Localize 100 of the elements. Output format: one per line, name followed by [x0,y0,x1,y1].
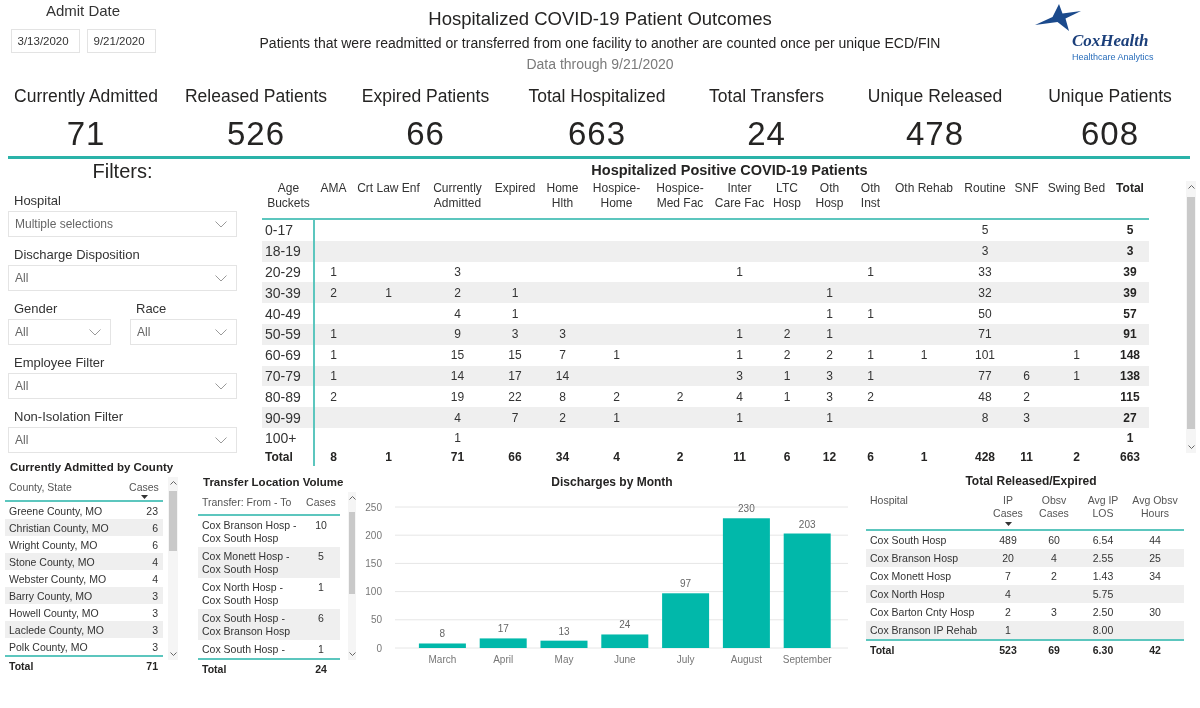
column-header[interactable]: Inter Care Fac [712,180,767,220]
table-cell-text: 50 [977,305,993,323]
table-cell-text: Cox Branson Hosp [869,551,960,566]
table-cell-text: 1 [825,409,834,427]
tick-label: 250 [365,501,382,513]
column-header[interactable]: Cases [125,477,163,502]
column-header[interactable]: Swing Bed [1042,180,1111,220]
sort-descending-icon[interactable] [140,495,148,499]
table-cell-text: 5 [317,549,325,564]
scroll-down-icon[interactable] [169,652,177,656]
dropdown[interactable]: All [8,427,237,453]
chevron-down-icon[interactable] [89,328,101,336]
column-header[interactable]: County, State [5,477,125,502]
total-cell: Total [198,658,302,677]
table-cell-text: 1 [329,326,338,344]
table-cell-text: 1 [866,367,875,385]
scrollbar[interactable] [168,477,178,660]
scroll-up-icon[interactable] [348,496,356,500]
table-cell-text: 4 [735,388,744,406]
scrollbar[interactable] [1186,181,1196,453]
scroll-down-icon[interactable] [1187,445,1195,449]
chevron-down-icon[interactable] [215,274,227,282]
data-label: 97 [680,578,692,590]
dropdown[interactable]: Multiple selections [8,211,237,237]
scrollbar-thumb[interactable] [349,512,355,594]
column-header[interactable]: Oth Hosp [807,180,852,220]
scroll-up-icon[interactable] [169,481,177,485]
column-header[interactable]: Hospice-Med Fac [648,180,712,220]
bar [479,638,527,648]
kpi-value: 24 [747,115,786,153]
table-cell-text: 3 [1125,243,1135,261]
table-title: Transfer Location Volume [202,475,345,489]
table-cell-text: Cox North Hosp - Cox South Hosp [201,580,285,608]
row-label: 100+ [262,427,315,449]
chevron-down-icon[interactable] [215,436,227,444]
column-header[interactable]: Hospital [866,491,988,531]
column-header[interactable]: Crt Law Enf [352,180,425,220]
table-cell-text: 2 [612,388,621,406]
total-cell: Total [262,448,315,466]
table-cell-text: 8 [980,409,990,427]
axis-label: August [730,654,762,665]
bar [540,640,588,648]
column-header[interactable]: Total [1111,180,1149,220]
scroll-up-icon[interactable] [1187,185,1195,189]
table-cell-text: 1 [453,430,462,448]
kpi-label: Released Patients [184,85,327,107]
table-cell-text: 2 [825,347,834,365]
total-cell: Total [866,639,988,659]
column-header[interactable]: Transfer: From - To [198,490,302,516]
scrollbar[interactable] [348,492,356,660]
chevron-down-icon[interactable] [215,220,227,228]
column-header[interactable]: Avg IP LOS [1080,491,1126,531]
column-header[interactable]: Cases [302,490,340,516]
total-cell-text: 12 [821,449,838,466]
table-cell-text: 3 [825,367,834,385]
table-cell-text: 3 [151,605,159,621]
table-cell-text: 115 [1119,388,1141,406]
column-header[interactable]: Routine [959,180,1011,220]
scroll-down-icon[interactable] [348,652,356,656]
scrollbar-thumb[interactable] [1187,197,1195,429]
column-header[interactable]: Age Buckets [262,180,315,220]
chevron-down-icon[interactable] [215,382,227,390]
table-cell-text: 1 [612,409,621,427]
scrollbar-thumb[interactable] [169,491,177,551]
axis-label: March [428,654,457,665]
table-cell-text: 57 [1122,305,1138,323]
kpi-label: Currently Admitted [14,85,158,107]
date-field[interactable]: 3/13/2020 [10,29,80,53]
dropdown[interactable]: All [8,319,111,345]
table-cell-text: Christian County, MO [8,520,110,536]
column-header[interactable]: Currently Admitted [425,180,490,220]
table-cell-text: Cox Monett Hosp [869,569,953,584]
table-cell-text: 1 [384,284,393,302]
table-cell-text: 1 [782,367,792,385]
column-header[interactable]: Expired [490,180,540,220]
column-header[interactable]: Home Hlth [540,180,585,220]
column-header[interactable]: IP Cases [988,491,1028,531]
dropdown[interactable]: All [130,319,237,345]
chevron-down-icon[interactable] [215,328,227,336]
column-header[interactable]: LTC Hosp [767,180,807,220]
date-field[interactable]: 9/21/2020 [86,29,156,53]
total-cell-text: 6 [782,449,792,466]
table-cell-text: 489 [998,533,1018,548]
column-header[interactable]: Obsv Cases [1028,491,1080,531]
dropdown[interactable]: All [8,373,237,399]
table-cell-text: 1 [866,305,875,323]
column-header[interactable]: Hospice-Home [585,180,648,220]
column-header[interactable]: AMA [315,180,352,220]
column-header[interactable]: SNF [1011,180,1042,220]
table-cell-text: 1 [735,409,744,427]
column-header[interactable]: Oth Inst [852,180,889,220]
dropdown[interactable]: All [8,265,237,291]
table-cell-text: 2 [1050,569,1058,584]
column-header[interactable]: Oth Rehab [889,180,959,220]
table-cell-text: 4 [151,554,159,570]
table-cell-text: 8.00 [1091,623,1115,638]
bar [662,593,710,648]
column-header[interactable]: Avg Obsv Hours [1126,491,1184,531]
table-cell-text: 4 [1004,587,1012,602]
sort-descending-icon[interactable] [1004,522,1012,526]
